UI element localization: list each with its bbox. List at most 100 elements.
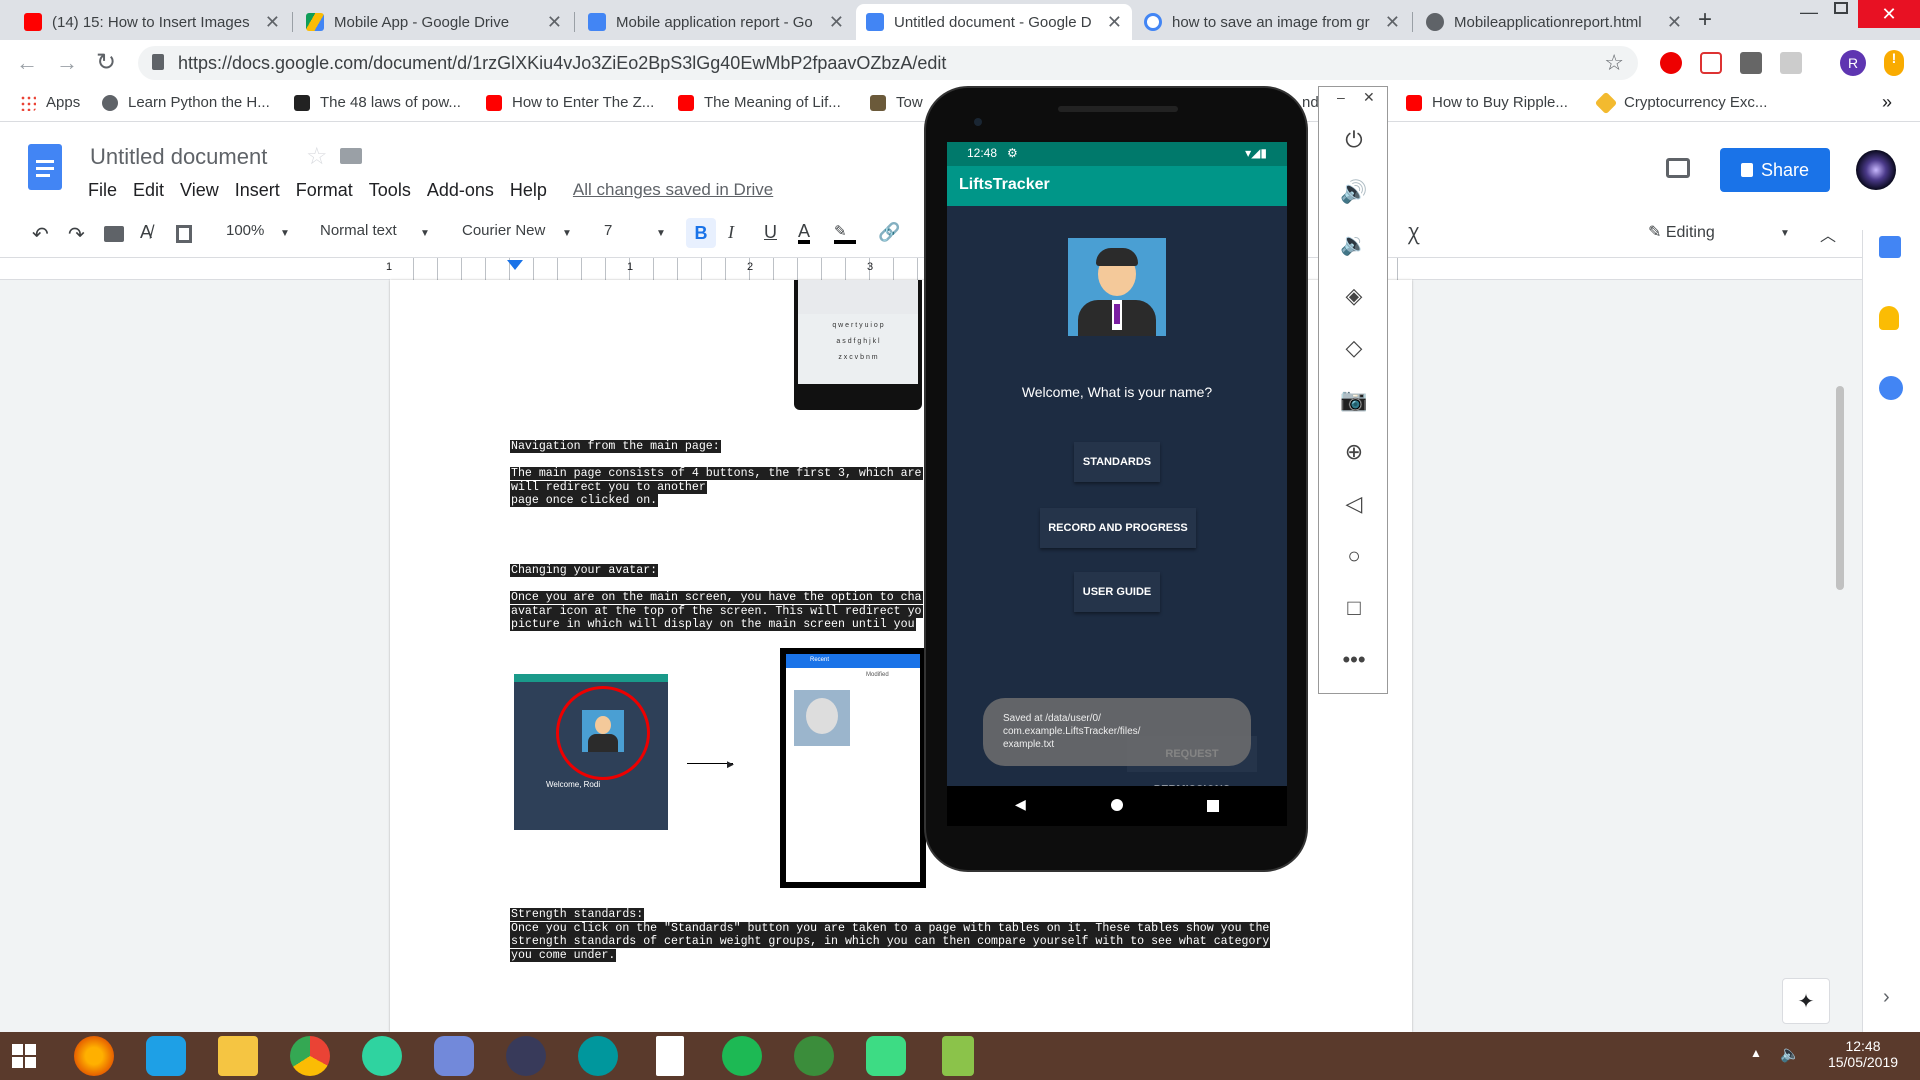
power-icon[interactable]: ⏻: [1339, 125, 1369, 155]
paint-format-icon[interactable]: [176, 225, 192, 243]
spotify-icon[interactable]: [722, 1036, 762, 1076]
home-icon[interactable]: ○: [1339, 541, 1369, 571]
tasks-icon[interactable]: [1879, 376, 1903, 400]
internet-explorer-icon[interactable]: [146, 1036, 186, 1076]
close-icon[interactable]: ✕: [547, 12, 562, 33]
bookmark-item[interactable]: How to Buy Ripple...: [1406, 94, 1568, 111]
reload-icon[interactable]: ↻: [96, 48, 116, 77]
google-docs-logo-icon[interactable]: [28, 144, 62, 190]
zoom-select[interactable]: 100%: [226, 222, 264, 239]
speaker-icon[interactable]: 🔈: [1780, 1044, 1800, 1064]
share-button[interactable]: Share: [1720, 148, 1830, 192]
italic-button[interactable]: I: [728, 222, 734, 243]
discord-icon[interactable]: [434, 1036, 474, 1076]
windows-start-icon[interactable]: [12, 1044, 36, 1068]
editing-mode-select[interactable]: ✎ Editing: [1648, 222, 1715, 242]
tab-untitled-document[interactable]: Untitled document - Google D ✕: [856, 4, 1132, 40]
undo-icon[interactable]: ↶: [32, 222, 49, 247]
bookmark-star-icon[interactable]: ☆: [1604, 50, 1624, 76]
more-icon[interactable]: •••: [1339, 645, 1369, 675]
url-field[interactable]: https://docs.google.com/document/d/1rzGl…: [138, 46, 1638, 80]
android-studio-icon[interactable]: [866, 1036, 906, 1076]
menu-file[interactable]: File: [88, 180, 117, 201]
bookmark-apps[interactable]: Apps: [20, 94, 80, 111]
menu-addons[interactable]: Add-ons: [427, 180, 494, 201]
update-warning-icon[interactable]: !: [1884, 50, 1904, 76]
avatar-button[interactable]: [1068, 238, 1166, 336]
link-icon[interactable]: 🔗: [878, 222, 900, 243]
nav-back-icon[interactable]: ◀: [1015, 796, 1026, 813]
emulator-app-icon[interactable]: [942, 1036, 974, 1076]
spellcheck-icon[interactable]: A̸: [140, 222, 152, 243]
record-progress-button[interactable]: RECORD AND PROGRESS: [1040, 508, 1196, 548]
chevron-down-icon[interactable]: ▼: [420, 228, 430, 239]
folder-icon[interactable]: [340, 148, 362, 164]
file-explorer-icon[interactable]: [218, 1036, 258, 1076]
close-icon[interactable]: ✕: [829, 12, 844, 33]
forward-arrow-icon[interactable]: →: [56, 50, 78, 76]
new-tab-icon[interactable]: +: [1698, 6, 1712, 34]
phone-screen[interactable]: 12:48 ⚙ ▾◢▮ LiftsTracker Welcome, What is …: [947, 142, 1287, 826]
tab-google-search[interactable]: how to save an image from gr ✕: [1134, 4, 1410, 40]
save-status[interactable]: All changes saved in Drive: [573, 180, 773, 201]
close-window-button[interactable]: ✕: [1858, 0, 1920, 28]
rotate-left-icon[interactable]: ◈: [1339, 281, 1369, 311]
chevron-up-icon[interactable]: ︿: [1820, 222, 1836, 246]
bookmark-item[interactable]: Cryptocurrency Exc...: [1594, 91, 1767, 114]
back-icon[interactable]: ◁: [1339, 489, 1369, 519]
volume-up-icon[interactable]: 🔊: [1339, 177, 1369, 207]
keep-icon[interactable]: [1879, 306, 1899, 330]
tab-html-report[interactable]: Mobileapplicationreport.html ✕: [1416, 4, 1692, 40]
arduino-icon[interactable]: [578, 1036, 618, 1076]
back-arrow-icon[interactable]: ←: [16, 50, 38, 76]
atom-icon[interactable]: [362, 1036, 402, 1076]
style-select[interactable]: Normal text: [320, 222, 397, 239]
chrome-icon[interactable]: [290, 1036, 330, 1076]
menu-format[interactable]: Format: [296, 180, 353, 201]
standards-button[interactable]: STANDARDS: [1074, 442, 1160, 482]
extension-icon[interactable]: [1780, 52, 1802, 74]
document-scrollbar[interactable]: [1836, 386, 1844, 590]
document-title[interactable]: Untitled document: [90, 144, 267, 170]
calendar-icon[interactable]: [1879, 236, 1901, 258]
chevron-down-icon[interactable]: ▼: [1780, 228, 1790, 239]
close-icon[interactable]: ✕: [1363, 89, 1375, 106]
camera-icon[interactable]: 📷: [1339, 385, 1369, 415]
chevron-down-icon[interactable]: ▼: [562, 228, 572, 239]
tab-youtube[interactable]: (14) 15: How to Insert Images ✕: [14, 4, 290, 40]
firefox-icon[interactable]: [74, 1036, 114, 1076]
menu-edit[interactable]: Edit: [133, 180, 164, 201]
zoom-icon[interactable]: ⊕: [1339, 437, 1369, 467]
eclipse-icon[interactable]: [506, 1036, 546, 1076]
bookmark-item[interactable]: Learn Python the H...: [102, 94, 270, 111]
user-guide-button[interactable]: USER GUIDE: [1074, 572, 1160, 612]
bookmark-item[interactable]: The Meaning of Lif...: [678, 94, 841, 111]
tray-chevron-icon[interactable]: ▲: [1750, 1046, 1762, 1060]
notepad-icon[interactable]: [656, 1036, 684, 1076]
rotate-right-icon[interactable]: ◇: [1339, 333, 1369, 363]
chevron-down-icon[interactable]: ▼: [280, 228, 290, 239]
nav-home-icon[interactable]: [1111, 799, 1123, 811]
volume-down-icon[interactable]: 🔉: [1339, 229, 1369, 259]
indent-marker-icon[interactable]: [507, 260, 523, 270]
explore-button[interactable]: ✦: [1782, 978, 1830, 1024]
redo-icon[interactable]: ↷: [68, 222, 85, 247]
chevron-right-icon[interactable]: ›: [1883, 986, 1890, 1009]
close-icon[interactable]: ✕: [1385, 12, 1400, 33]
print-icon[interactable]: [104, 226, 124, 242]
menu-insert[interactable]: Insert: [235, 180, 280, 201]
menu-tools[interactable]: Tools: [369, 180, 411, 201]
more-bookmarks-icon[interactable]: »: [1882, 92, 1892, 113]
overview-icon[interactable]: □: [1339, 593, 1369, 623]
close-icon[interactable]: ✕: [1107, 12, 1122, 33]
minimize-icon[interactable]: –: [1337, 89, 1345, 105]
font-size-select[interactable]: 7: [604, 222, 612, 239]
account-avatar[interactable]: [1856, 150, 1896, 190]
bookmark-item[interactable]: Tow: [870, 94, 923, 111]
globe-app-icon[interactable]: [794, 1036, 834, 1076]
underline-button[interactable]: U: [764, 222, 777, 243]
menu-view[interactable]: View: [180, 180, 219, 201]
extension-icon[interactable]: [1740, 52, 1762, 74]
nav-overview-icon[interactable]: [1207, 800, 1219, 812]
tab-google-drive[interactable]: Mobile App - Google Drive ✕: [296, 4, 572, 40]
